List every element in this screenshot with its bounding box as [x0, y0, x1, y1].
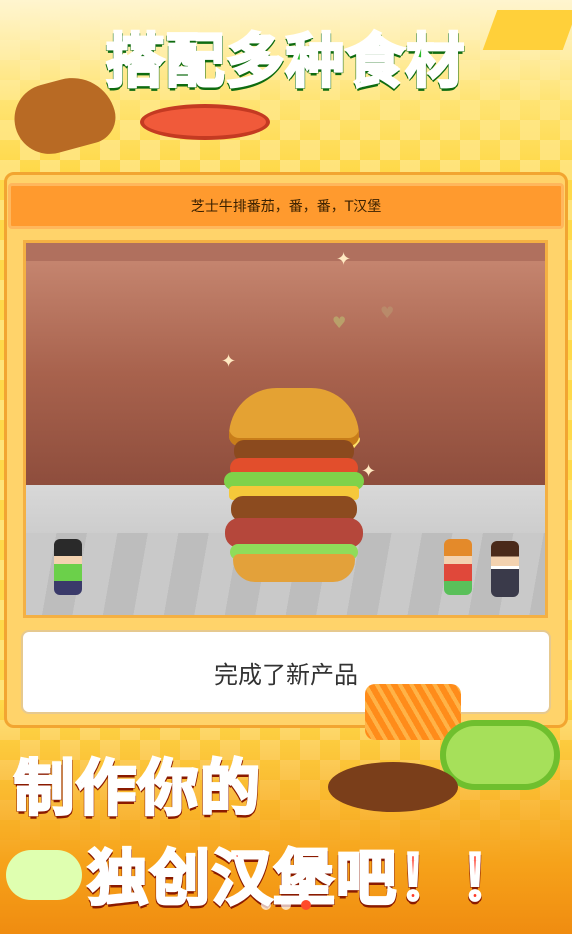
scene-wall-trim — [26, 243, 545, 261]
sparkle-icon: ✦ — [221, 351, 237, 372]
customer-character — [54, 539, 82, 595]
carousel-indicator — [0, 900, 572, 910]
customer-character — [444, 539, 472, 595]
burger-scene: ✦ ✦ ✦ ♥ ♥ ♥ — [23, 240, 548, 618]
carousel-dot[interactable] — [261, 900, 271, 910]
sparkle-icon: ✦ — [336, 249, 352, 270]
lettuce-leaf-image — [6, 850, 82, 900]
message-box[interactable]: 完成了新产品 — [21, 630, 551, 714]
recipe-title-bar: 芝士牛排番茄，番，番，T汉堡 — [8, 183, 564, 229]
burger-bun-bottom — [233, 554, 355, 582]
burger-bun-top — [229, 388, 359, 446]
headline-top: 搭配多种食材 — [104, 26, 466, 97]
tomato-slice-image — [140, 104, 270, 140]
headline-bottom-line1: 制作你的 — [13, 753, 262, 826]
lettuce-image — [440, 720, 560, 790]
french-fries-image — [365, 684, 461, 740]
message-text: 完成了新产品 — [214, 660, 358, 689]
heart-icon: ♥ — [380, 303, 395, 322]
patty-image — [328, 762, 458, 812]
heart-icon: ♥ — [332, 313, 347, 332]
carousel-dot-active[interactable] — [301, 900, 311, 910]
recipe-title: 芝士牛排番茄，番，番，T汉堡 — [190, 199, 382, 215]
customer-character — [491, 541, 519, 597]
carousel-dot[interactable] — [281, 900, 291, 910]
